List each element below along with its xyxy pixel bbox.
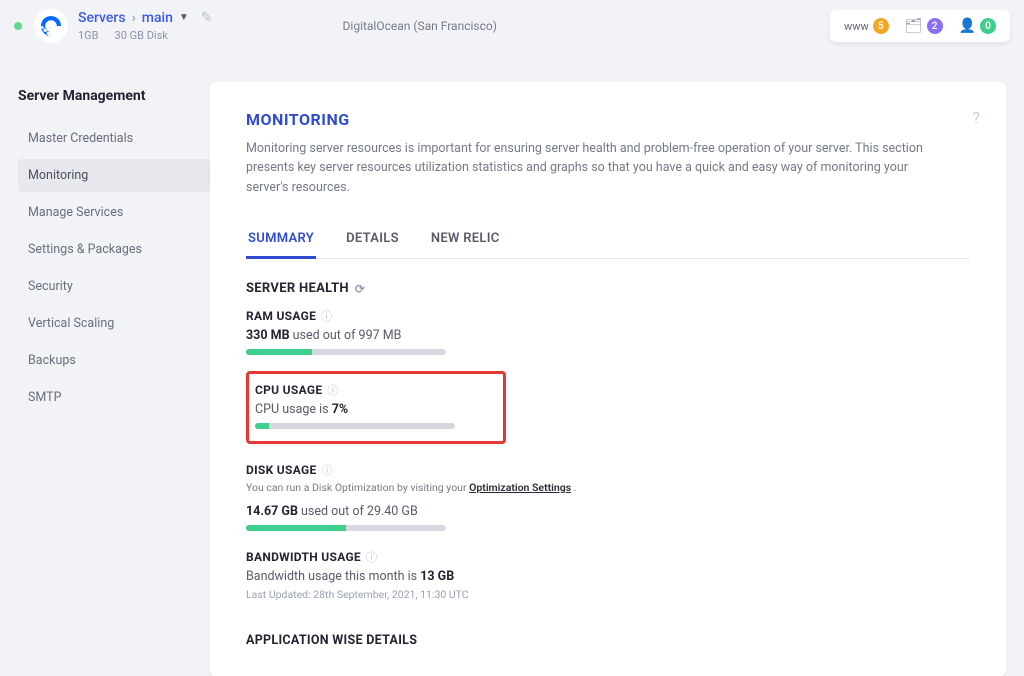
- server-health-heading: SERVER HEALTH ⟳: [246, 281, 970, 296]
- top-bar: Servers › main ▼ ✎ 1GB 30 GB Disk Digita…: [0, 0, 1024, 52]
- breadcrumb-current[interactable]: main: [142, 10, 173, 27]
- ram-used-value: 330 MB: [246, 328, 290, 343]
- disk-usage-title: DISK USAGE ⓘ: [246, 462, 970, 478]
- tab-summary[interactable]: SUMMARY: [246, 221, 316, 259]
- page-title: MONITORING: [246, 110, 970, 129]
- stat-projects[interactable]: 🗂 2: [905, 18, 943, 34]
- info-icon[interactable]: ⓘ: [321, 308, 332, 324]
- bandwidth-updated: Last Updated: 28th September, 2021, 11:3…: [246, 588, 970, 601]
- bandwidth-text: Bandwidth usage this month is 13 GB: [246, 569, 970, 584]
- disk-total-text: used out of 29.40 GB: [301, 504, 418, 519]
- refresh-icon[interactable]: ⟳: [355, 282, 365, 296]
- ram-usage-text: 330 MB used out of 997 MB: [246, 328, 970, 343]
- sidebar-item-monitoring[interactable]: Monitoring: [18, 159, 210, 192]
- sidebar-item-security[interactable]: Security: [18, 270, 210, 303]
- sidebar-item-smtp[interactable]: SMTP: [18, 381, 210, 414]
- provider-logo: [34, 9, 68, 43]
- info-icon[interactable]: ⓘ: [322, 462, 333, 478]
- ram-usage-label: RAM USAGE: [246, 309, 316, 323]
- cpu-usage-label: CPU USAGE: [255, 383, 322, 397]
- chevron-down-icon[interactable]: ▼: [179, 12, 189, 24]
- breadcrumb: Servers › main ▼ ✎ 1GB 30 GB Disk: [78, 10, 213, 42]
- cpu-value: 7%: [332, 402, 348, 417]
- sidebar-title: Server Management: [18, 88, 210, 104]
- user-icon: 👤: [959, 18, 976, 34]
- cpu-usage-title: CPU USAGE ⓘ: [255, 382, 493, 398]
- cpu-bar-fill: [255, 423, 269, 429]
- disk-usage-block: DISK USAGE ⓘ You can run a Disk Optimiza…: [246, 462, 970, 531]
- bandwidth-block: BANDWIDTH USAGE ⓘ Bandwidth usage this m…: [246, 549, 970, 601]
- info-icon[interactable]: ⓘ: [366, 549, 377, 565]
- bandwidth-label: BANDWIDTH USAGE: [246, 550, 361, 564]
- server-ram-spec: 1GB: [78, 29, 99, 42]
- folder-icon: 🗂: [905, 18, 923, 34]
- users-count-badge: 0: [980, 18, 996, 34]
- disk-hint: You can run a Disk Optimization by visit…: [246, 481, 970, 494]
- cpu-usage-text: CPU usage is 7%: [255, 402, 493, 417]
- quick-stats: www 5 🗂 2 👤 0: [830, 10, 1010, 42]
- disk-usage-label: DISK USAGE: [246, 463, 317, 477]
- sidebar-item-manage-services[interactable]: Manage Services: [18, 196, 210, 229]
- ram-bar: [246, 349, 446, 355]
- edit-icon[interactable]: ✎: [201, 10, 213, 27]
- server-disk-spec: 30 GB Disk: [115, 29, 168, 42]
- page-description: Monitoring server resources is important…: [246, 139, 936, 197]
- bandwidth-value: 13 GB: [420, 569, 454, 584]
- help-icon[interactable]: ?: [972, 108, 980, 127]
- stat-apps[interactable]: www 5: [844, 18, 889, 34]
- sidebar-item-backups[interactable]: Backups: [18, 344, 210, 377]
- disk-usage-text: 14.67 GB used out of 29.40 GB: [246, 504, 970, 519]
- tab-new-relic[interactable]: NEW RELIC: [429, 221, 502, 258]
- ram-bar-fill: [246, 349, 312, 355]
- sidebar: Server Management Master Credentials Mon…: [18, 52, 210, 676]
- provider-label: DigitalOcean (San Francisco): [343, 19, 497, 33]
- sidebar-item-master-credentials[interactable]: Master Credentials: [18, 122, 210, 155]
- cpu-highlight-box: CPU USAGE ⓘ CPU usage is 7%: [246, 371, 506, 444]
- cpu-text-prefix: CPU usage is: [255, 402, 329, 417]
- chevron-right-icon: ›: [132, 10, 136, 27]
- app-wise-details-heading: APPLICATION WISE DETAILS: [246, 633, 970, 648]
- optimization-settings-link[interactable]: Optimization Settings: [469, 481, 571, 494]
- disk-hint-text: You can run a Disk Optimization by visit…: [246, 481, 467, 494]
- tab-details[interactable]: DETAILS: [344, 221, 401, 258]
- apps-count-badge: 5: [873, 18, 889, 34]
- disk-used-value: 14.67 GB: [246, 504, 298, 519]
- digitalocean-icon: [39, 14, 63, 38]
- www-label: www: [844, 20, 869, 33]
- bandwidth-text-prefix: Bandwidth usage this month is: [246, 569, 417, 584]
- disk-bar-fill: [246, 525, 346, 531]
- projects-count-badge: 2: [927, 18, 943, 34]
- disk-bar: [246, 525, 446, 531]
- main-panel: ? MONITORING Monitoring server resources…: [210, 82, 1006, 676]
- sidebar-item-vertical-scaling[interactable]: Vertical Scaling: [18, 307, 210, 340]
- cpu-bar: [255, 423, 455, 429]
- ram-usage-title: RAM USAGE ⓘ: [246, 308, 970, 324]
- breadcrumb-root[interactable]: Servers: [78, 10, 126, 27]
- ram-total-text: used out of 997 MB: [293, 328, 402, 343]
- tabs: SUMMARY DETAILS NEW RELIC: [246, 221, 970, 259]
- stat-users[interactable]: 👤 0: [959, 18, 996, 34]
- status-dot-icon: [14, 22, 22, 30]
- sidebar-item-settings-packages[interactable]: Settings & Packages: [18, 233, 210, 266]
- info-icon[interactable]: ⓘ: [327, 382, 338, 398]
- bandwidth-title: BANDWIDTH USAGE ⓘ: [246, 549, 970, 565]
- server-health-label: SERVER HEALTH: [246, 281, 349, 296]
